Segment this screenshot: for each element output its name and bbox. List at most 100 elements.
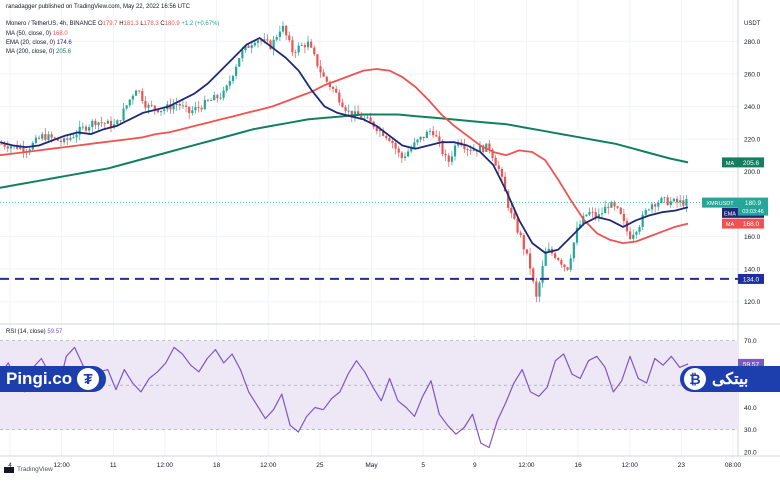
candle-body (319, 66, 322, 73)
candle-body (285, 25, 288, 36)
candle-body (316, 54, 319, 67)
indicator-ema20[interactable]: EMA (20, close, 0) 174.6 (6, 39, 72, 47)
ema20-tag-name: EMA (724, 211, 736, 217)
candle-body (131, 95, 135, 100)
candle-body (500, 168, 504, 177)
candle-body (209, 100, 213, 102)
tradingview-logo[interactable]: TradingView (4, 466, 53, 473)
candle-body (197, 106, 200, 108)
candle-body (91, 120, 94, 128)
candle-body (200, 107, 203, 110)
y-tick-label: 140.0 (744, 267, 761, 274)
candle-body (444, 154, 447, 156)
candle-body (516, 218, 519, 233)
candle-body (178, 104, 181, 106)
candle-body (72, 137, 75, 139)
x-tick-label: 5 (421, 462, 425, 469)
candle-body (34, 137, 38, 143)
candle-body (100, 122, 103, 124)
candle-body (394, 143, 397, 149)
x-tick-label: 18 (213, 462, 221, 469)
indicator-label: MA (200, close, 0) (6, 49, 55, 55)
candle-body (425, 131, 428, 139)
candle-body (650, 204, 654, 210)
candle-body (138, 90, 141, 92)
rsi-y-tick-label: 30.0 (744, 427, 757, 434)
x-tick-label: 08:00 (725, 462, 742, 469)
candle-body (53, 137, 56, 139)
candle-body (660, 197, 663, 203)
candle-body (669, 201, 672, 206)
bitki-text: بیتکی (712, 371, 749, 388)
candle-body (469, 149, 472, 151)
currency-label: USDT (744, 20, 760, 28)
x-tick-label: 12:00 (157, 462, 174, 469)
y-tick-label: 280.0 (744, 39, 761, 46)
x-tick-label: May (365, 462, 378, 469)
candle-body (103, 122, 106, 124)
support-tag-value: 134.0 (743, 276, 760, 283)
indicator-ma200[interactable]: MA (200, close, 0) 205.6 (6, 48, 71, 56)
candle-body (278, 31, 281, 37)
pingi-text: Pingi.co (6, 369, 73, 388)
rsi-y-tick-label: 40.0 (744, 405, 757, 412)
candle-body (438, 136, 441, 142)
candle-body (119, 120, 122, 122)
candle-body (604, 206, 607, 214)
publisher-text: ranadagger published on TradingView.com,… (6, 4, 191, 10)
high-value: 181.3 (123, 21, 139, 27)
price-chart-canvas[interactable]: 120.0140.0160.0180.0200.0220.0240.0260.0… (0, 0, 780, 480)
candle-body (366, 117, 369, 119)
candle-body (416, 139, 419, 143)
symbol-tag: XMRUSDT (706, 201, 734, 207)
chart-area[interactable]: 120.0140.0160.0180.0200.0220.0240.0260.0… (0, 0, 780, 480)
candle-body (216, 95, 219, 99)
candle-body (629, 231, 632, 239)
candle-body (206, 99, 210, 101)
open-value: 179.7 (102, 21, 118, 27)
candle-body (419, 136, 422, 140)
bitki-watermark: ₿ بیتکی (680, 366, 780, 392)
candle-body (256, 40, 260, 43)
ohlc-line: Monero / TetherUS, 4h, BINANCE O179.7 H1… (6, 20, 219, 28)
candle-body (235, 66, 238, 76)
candle-body (569, 258, 572, 270)
candle-body (231, 75, 235, 82)
candle-body (600, 213, 604, 215)
candle-body (644, 210, 647, 215)
candle-body (391, 140, 394, 144)
candle-body (572, 242, 575, 259)
candle-body (588, 211, 591, 215)
y-tick-label: 260.0 (744, 71, 761, 78)
candle-body (310, 41, 313, 48)
candle-body (150, 104, 153, 106)
candle-body (513, 213, 516, 219)
candle-body (288, 35, 291, 41)
candle-body (428, 131, 432, 132)
candle-body (325, 76, 328, 82)
candle-body (47, 134, 50, 140)
candle-body (175, 104, 178, 106)
y-tick-label: 200.0 (744, 169, 761, 176)
countdown-value: 03:03:46 (742, 209, 763, 215)
rsi-header[interactable]: RSI (14, close) 59.57 (6, 328, 62, 336)
rsi-label: RSI (14, close) (6, 329, 46, 335)
candle-body (181, 105, 185, 107)
indicator-ma50[interactable]: MA (50, close, 0) 168.0 (6, 30, 68, 38)
candle-body (622, 213, 625, 221)
candle-body (432, 131, 435, 136)
candle-body (453, 145, 457, 157)
candle-body (635, 231, 638, 235)
candle-body (413, 142, 416, 148)
candle-body (84, 126, 88, 131)
ma50-tag-name: MA (726, 222, 735, 228)
ma50-tag-value: 168.0 (743, 221, 760, 228)
rsi-y-tick-label: 70.0 (744, 338, 757, 345)
candle-body (250, 45, 253, 48)
candle-body (228, 81, 231, 86)
candle-body (188, 106, 191, 113)
symbol-label[interactable]: Monero / TetherUS, 4h, BINANCE (6, 21, 96, 27)
candle-body (69, 137, 72, 140)
low-value: 178.3 (143, 21, 159, 27)
candle-body (37, 137, 41, 139)
